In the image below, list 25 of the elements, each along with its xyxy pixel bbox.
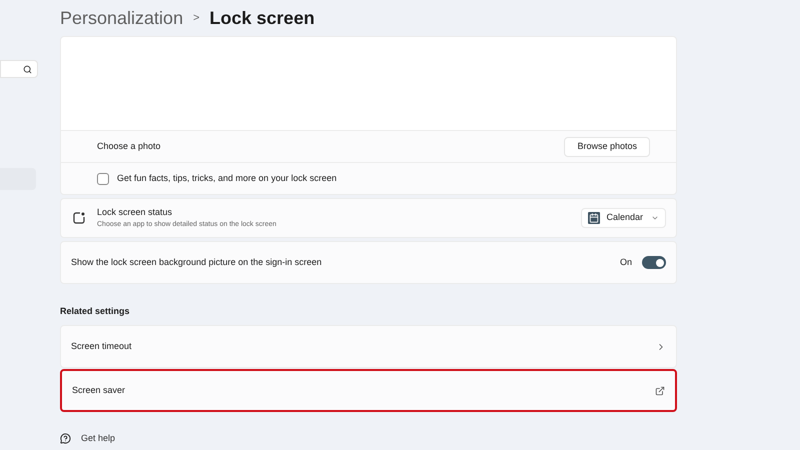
calendar-icon <box>588 212 600 224</box>
related-setting-label: Screen saver <box>72 384 126 397</box>
lock-status-title: Lock screen status <box>97 206 174 219</box>
breadcrumb-separator: > <box>193 10 200 26</box>
checkbox[interactable] <box>97 172 109 185</box>
toggle-state-label: On <box>620 256 632 269</box>
help-icon <box>60 433 71 444</box>
external-link-icon <box>655 386 665 396</box>
breadcrumb-parent[interactable]: Personalization <box>60 4 184 32</box>
search-field[interactable] <box>0 60 38 78</box>
choose-photo-label: Choose a photo <box>97 140 161 154</box>
fun-facts-label: Get fun facts, tips, tricks, and more on your lock screen <box>117 172 337 185</box>
section-heading: Related settings <box>60 305 131 318</box>
sign-in-background-label: Show the lock screen background picture on the sign-in screen <box>71 256 322 269</box>
related-setting-label: Screen timeout <box>71 340 132 353</box>
status-icon <box>73 212 85 224</box>
get-help-link[interactable]: Get help <box>81 432 116 446</box>
search-icon <box>23 64 32 74</box>
browse-photos-button[interactable]: Browse photos <box>564 136 650 157</box>
status-app-dropdown[interactable]: Calendar <box>581 208 666 228</box>
toggle-switch[interactable] <box>642 256 666 269</box>
related-setting-row[interactable]: Screen timeout <box>60 325 677 368</box>
page-title: Lock screen <box>210 6 315 30</box>
chevron-down-icon <box>651 214 659 222</box>
related-setting-row[interactable]: Screen saver <box>60 369 677 412</box>
